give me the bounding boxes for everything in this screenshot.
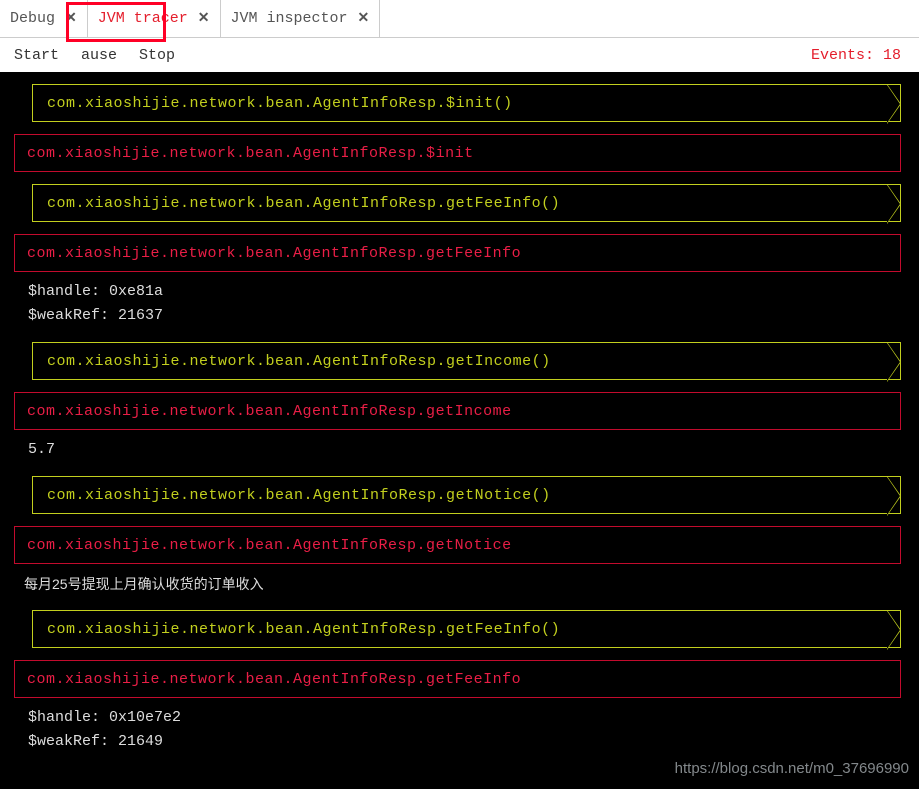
trace-return[interactable]: com.xiaoshijie.network.bean.AgentInfoRes… [14, 234, 901, 272]
trace-call[interactable]: com.xiaoshijie.network.bean.AgentInfoRes… [32, 610, 901, 648]
trace-detail: $handle: 0xe81a $weakRef: 21637 [0, 276, 919, 330]
trace-detail: 每月25号提现上月确认收货的订单收入 [0, 568, 919, 598]
tab-row: Debug ✕ JVM tracer ✕ JVM inspector ✕ [0, 0, 919, 38]
toolbar-left: Start ause Stop [14, 47, 175, 64]
trace-detail: 5.7 [0, 434, 919, 464]
tab-jvm-inspector[interactable]: JVM inspector ✕ [221, 0, 381, 37]
start-button[interactable]: Start [14, 47, 59, 64]
pause-button[interactable]: ause [81, 47, 117, 64]
trace-return[interactable]: com.xiaoshijie.network.bean.AgentInfoRes… [14, 526, 901, 564]
trace-return[interactable]: com.xiaoshijie.network.bean.AgentInfoRes… [14, 660, 901, 698]
watermark: https://blog.csdn.net/m0_37696990 [675, 760, 909, 777]
tab-debug[interactable]: Debug ✕ [0, 0, 88, 37]
trace-call[interactable]: com.xiaoshijie.network.bean.AgentInfoRes… [32, 476, 901, 514]
stop-button[interactable]: Stop [139, 47, 175, 64]
trace-detail: $handle: 0x10e7e2 $weakRef: 21649 [0, 702, 919, 756]
close-icon[interactable]: ✕ [358, 10, 370, 27]
trace-area: com.xiaoshijie.network.bean.AgentInfoRes… [0, 84, 919, 789]
toolbar-row: Start ause Stop Events: 18 [0, 38, 919, 72]
close-icon[interactable]: ✕ [198, 10, 210, 27]
trace-call[interactable]: com.xiaoshijie.network.bean.AgentInfoRes… [32, 342, 901, 380]
events-counter: Events: 18 [811, 47, 901, 64]
trace-call[interactable]: com.xiaoshijie.network.bean.AgentInfoRes… [32, 184, 901, 222]
trace-return[interactable]: com.xiaoshijie.network.bean.AgentInfoRes… [14, 392, 901, 430]
top-bar: Debug ✕ JVM tracer ✕ JVM inspector ✕ Sta… [0, 0, 919, 72]
tab-label: Debug [10, 10, 55, 27]
tab-jvm-tracer[interactable]: JVM tracer ✕ [88, 0, 221, 37]
tab-label: JVM inspector [231, 10, 348, 27]
close-icon[interactable]: ✕ [65, 10, 77, 27]
trace-return[interactable]: com.xiaoshijie.network.bean.AgentInfoRes… [14, 134, 901, 172]
tab-label: JVM tracer [98, 10, 188, 27]
trace-call[interactable]: com.xiaoshijie.network.bean.AgentInfoRes… [32, 84, 901, 122]
